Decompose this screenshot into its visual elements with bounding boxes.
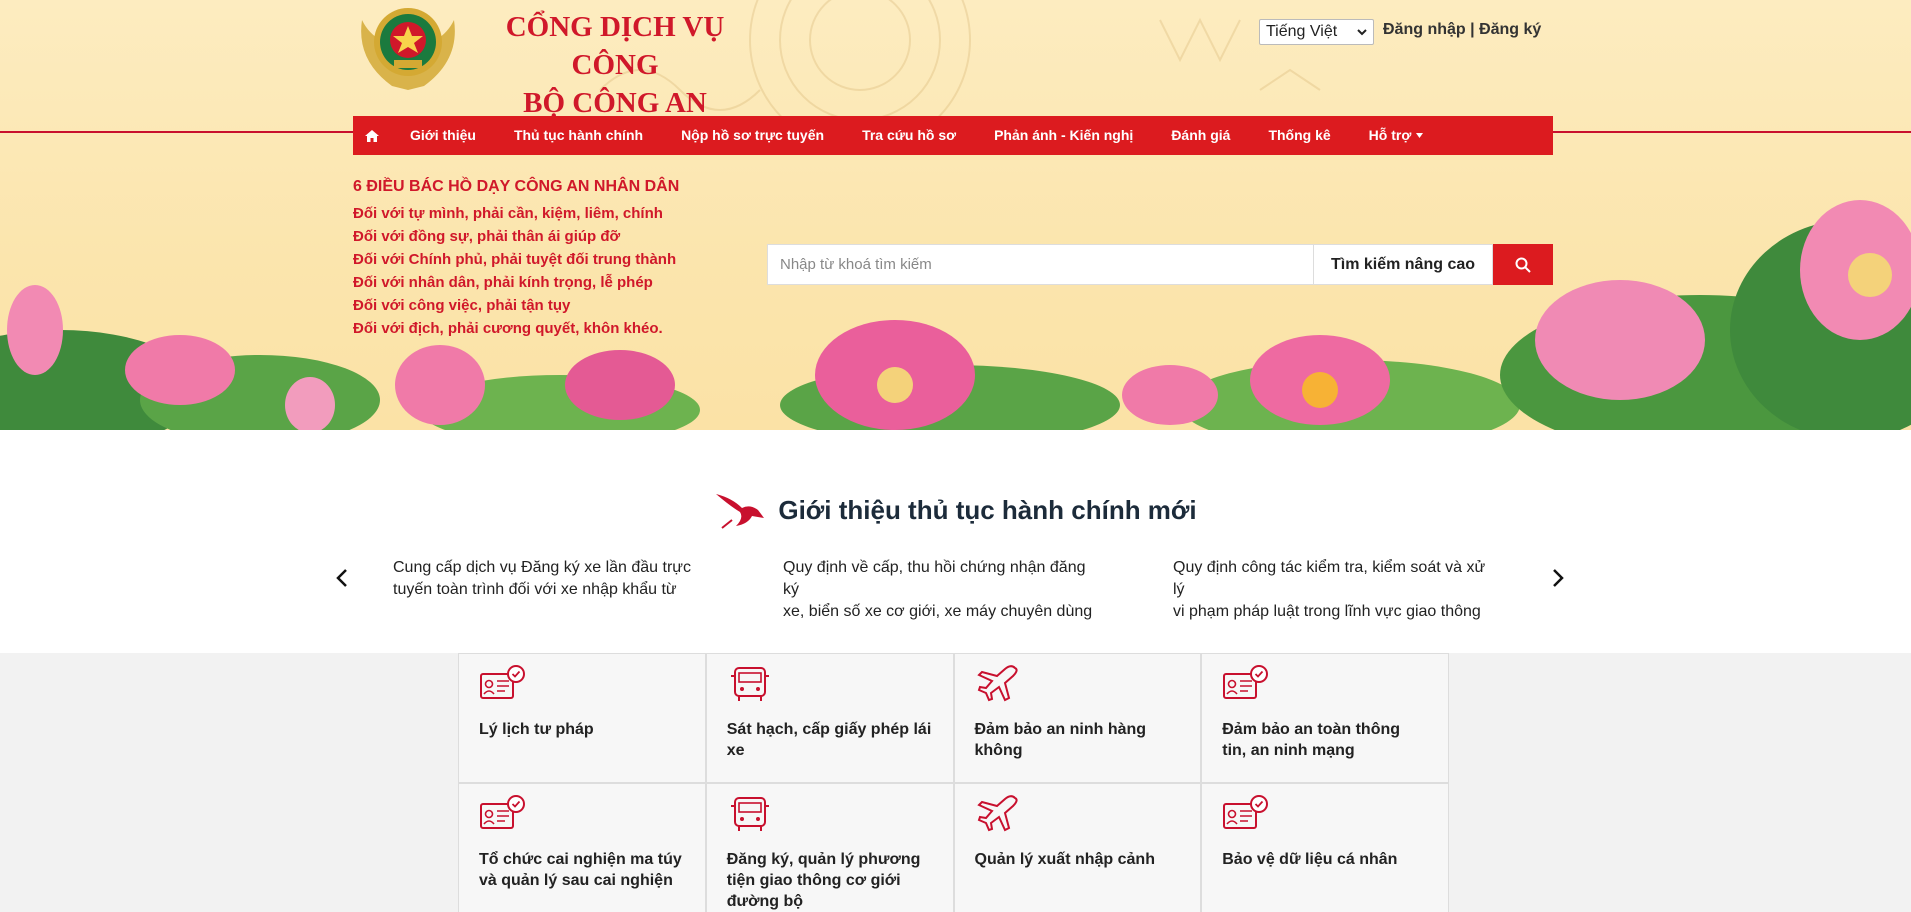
- bus-icon: [730, 667, 769, 701]
- home-icon: [365, 129, 379, 142]
- teaching-line: Đối với tự mình, phải cần, kiệm, liêm, c…: [353, 205, 663, 222]
- service-card-bao-ve-du-lieu[interactable]: Bảo vệ dữ liệu cá nhân: [1201, 783, 1449, 912]
- search-icon: [1515, 257, 1531, 273]
- carousel-next-button[interactable]: [1546, 563, 1570, 593]
- carousel-item-line: Quy định công tác kiểm tra, kiểm soát và…: [1173, 559, 1486, 598]
- crane-bird-icon: [716, 494, 765, 529]
- auth-separator: |: [1470, 21, 1475, 38]
- service-card-xuat-nhap-canh[interactable]: Quản lý xuất nhập cảnh: [953, 783, 1202, 912]
- service-label: Đảm bảo an toàn thông tin, an ninh mạng: [1222, 721, 1401, 759]
- teaching-line: Đối với công việc, phải tận tụy: [353, 297, 571, 314]
- nav-thong-ke[interactable]: Thống kê: [1249, 116, 1349, 155]
- service-card-an-ninh-hang-khong[interactable]: Đảm bảo an ninh hàng không: [953, 653, 1202, 783]
- search-bar: Tìm kiếm nâng cao: [767, 244, 1553, 285]
- caret-down-icon: [1416, 133, 1424, 138]
- lotus-flowers-decoration: [0, 200, 1911, 430]
- nav-home[interactable]: [353, 116, 391, 155]
- login-link[interactable]: Đăng nhập: [1383, 21, 1466, 38]
- auth-links: Đăng nhập | Đăng ký: [1383, 21, 1541, 39]
- service-card-an-toan-thong-tin[interactable]: Đảm bảo an toàn thông tin, an ninh mạng: [1201, 653, 1449, 783]
- service-card-cai-nghien[interactable]: Tổ chức cai nghiện ma túy và quản lý sau…: [458, 783, 706, 912]
- certificate-icon: [480, 795, 525, 829]
- carousel-item-line: Quy định về cấp, thu hồi chứng nhận đăng…: [783, 559, 1086, 598]
- service-label: Bảo vệ dữ liệu cá nhân: [1222, 851, 1398, 868]
- carousel-item[interactable]: Quy định về cấp, thu hồi chứng nhận đăng…: [783, 557, 1103, 623]
- intro-title: Giới thiệu thủ tục hành chính mới: [778, 494, 1197, 525]
- service-label: Đảm bảo an ninh hàng không: [974, 721, 1147, 759]
- airplane-icon: [976, 795, 1018, 832]
- nav-danh-gia[interactable]: Đánh giá: [1152, 116, 1249, 155]
- teaching-line: Đối với địch, phải cương quyết, khôn khé…: [353, 320, 663, 337]
- site-title-line1: CỔNG DỊCH VỤ CÔNG: [505, 11, 725, 81]
- carousel-item[interactable]: Cung cấp dịch vụ Đăng ký xe lần đầu trực…: [393, 557, 713, 601]
- header-banner: CỔNG DỊCH VỤ CÔNG BỘ CÔNG AN Tiếng Việt …: [0, 0, 1911, 430]
- service-label: Sát hạch, cấp giấy phép lái xe: [726, 721, 932, 759]
- intro-heading: Giới thiệu thủ tục hành chính mới: [0, 490, 1911, 530]
- nav-nop-ho-so[interactable]: Nộp hồ sơ trực tuyến: [662, 116, 843, 155]
- service-label: Tổ chức cai nghiện ma túy và quản lý sau…: [479, 851, 682, 889]
- nav-phan-anh-kien-nghi[interactable]: Phản ánh - Kiến nghị: [975, 116, 1152, 155]
- certificate-icon: [1223, 665, 1269, 699]
- carousel-item[interactable]: Quy định công tác kiểm tra, kiểm soát và…: [1173, 557, 1493, 623]
- service-card-sat-hach[interactable]: Sát hạch, cấp giấy phép lái xe: [705, 653, 954, 783]
- search-button[interactable]: [1493, 244, 1553, 285]
- certificate-icon: [1223, 795, 1269, 829]
- service-label: Lý lịch tư pháp: [479, 721, 594, 738]
- nav-ho-tro[interactable]: Hỗ trợ: [1350, 116, 1443, 155]
- site-title[interactable]: CỔNG DỊCH VỤ CÔNG BỘ CÔNG AN: [470, 8, 760, 122]
- service-label: Quản lý xuất nhập cảnh: [974, 851, 1155, 868]
- carousel-item-line: Cung cấp dịch vụ Đăng ký xe lần đầu trực: [393, 559, 691, 576]
- teaching-line: Đối với nhân dân, phải kính trọng, lễ ph…: [353, 274, 653, 291]
- register-link[interactable]: Đăng ký: [1479, 21, 1541, 38]
- main-nav: Giới thiệu Thủ tục hành chính Nộp hồ sơ …: [353, 116, 1553, 155]
- search-input[interactable]: [767, 244, 1313, 285]
- nav-tra-cuu-ho-so[interactable]: Tra cứu hồ sơ: [843, 116, 975, 155]
- service-label: Đăng ký, quản lý phương tiện giao thông …: [726, 851, 921, 910]
- airplane-icon: [976, 665, 1018, 702]
- carousel-prev-button[interactable]: [330, 563, 354, 593]
- teachings-title: 6 ĐIỀU BÁC HỒ DẠY CÔNG AN NHÂN DÂN: [353, 178, 680, 195]
- chevron-down-icon: [1357, 29, 1367, 36]
- language-select-value: Tiếng Việt: [1266, 23, 1338, 40]
- teaching-line: Đối với đồng sự, phải thân ái giúp đỡ: [353, 228, 621, 245]
- services-grid: Lý lịch tư pháp Sát hạch, cấp giấy phép …: [458, 653, 1449, 912]
- procedure-carousel: Cung cấp dịch vụ Đăng ký xe lần đầu trực…: [330, 557, 1570, 620]
- teaching-line: Đối với Chính phủ, phải tuyệt đối trung …: [353, 251, 677, 268]
- police-emblem-logo[interactable]: [352, 0, 464, 92]
- nav-ho-tro-label: Hỗ trợ: [1368, 127, 1412, 143]
- carousel-item-line: vi phạm pháp luật trong lĩnh vực giao th…: [1173, 603, 1481, 620]
- bus-icon: [730, 797, 769, 831]
- certificate-icon: [480, 665, 525, 699]
- service-card-dang-ky-phuong-tien[interactable]: Đăng ký, quản lý phương tiện giao thông …: [705, 783, 954, 912]
- teachings-box: 6 ĐIỀU BÁC HỒ DẠY CÔNG AN NHÂN DÂN Đối v…: [353, 178, 679, 340]
- advanced-search-button[interactable]: Tìm kiếm nâng cao: [1313, 244, 1493, 285]
- chevron-left-icon: [336, 569, 347, 587]
- carousel-item-line: tuyến toàn trình đối với xe nhập khẩu từ: [393, 581, 677, 598]
- nav-thu-tuc-hanh-chinh[interactable]: Thủ tục hành chính: [495, 116, 662, 155]
- carousel-item-line: xe, biển số xe cơ giới, xe máy chuyên dù…: [783, 603, 1093, 620]
- chevron-right-icon: [1553, 569, 1564, 587]
- service-card-ly-lich-tu-phap[interactable]: Lý lịch tư pháp: [458, 653, 706, 783]
- nav-gioi-thieu[interactable]: Giới thiệu: [391, 116, 495, 155]
- language-select[interactable]: Tiếng Việt: [1259, 19, 1374, 45]
